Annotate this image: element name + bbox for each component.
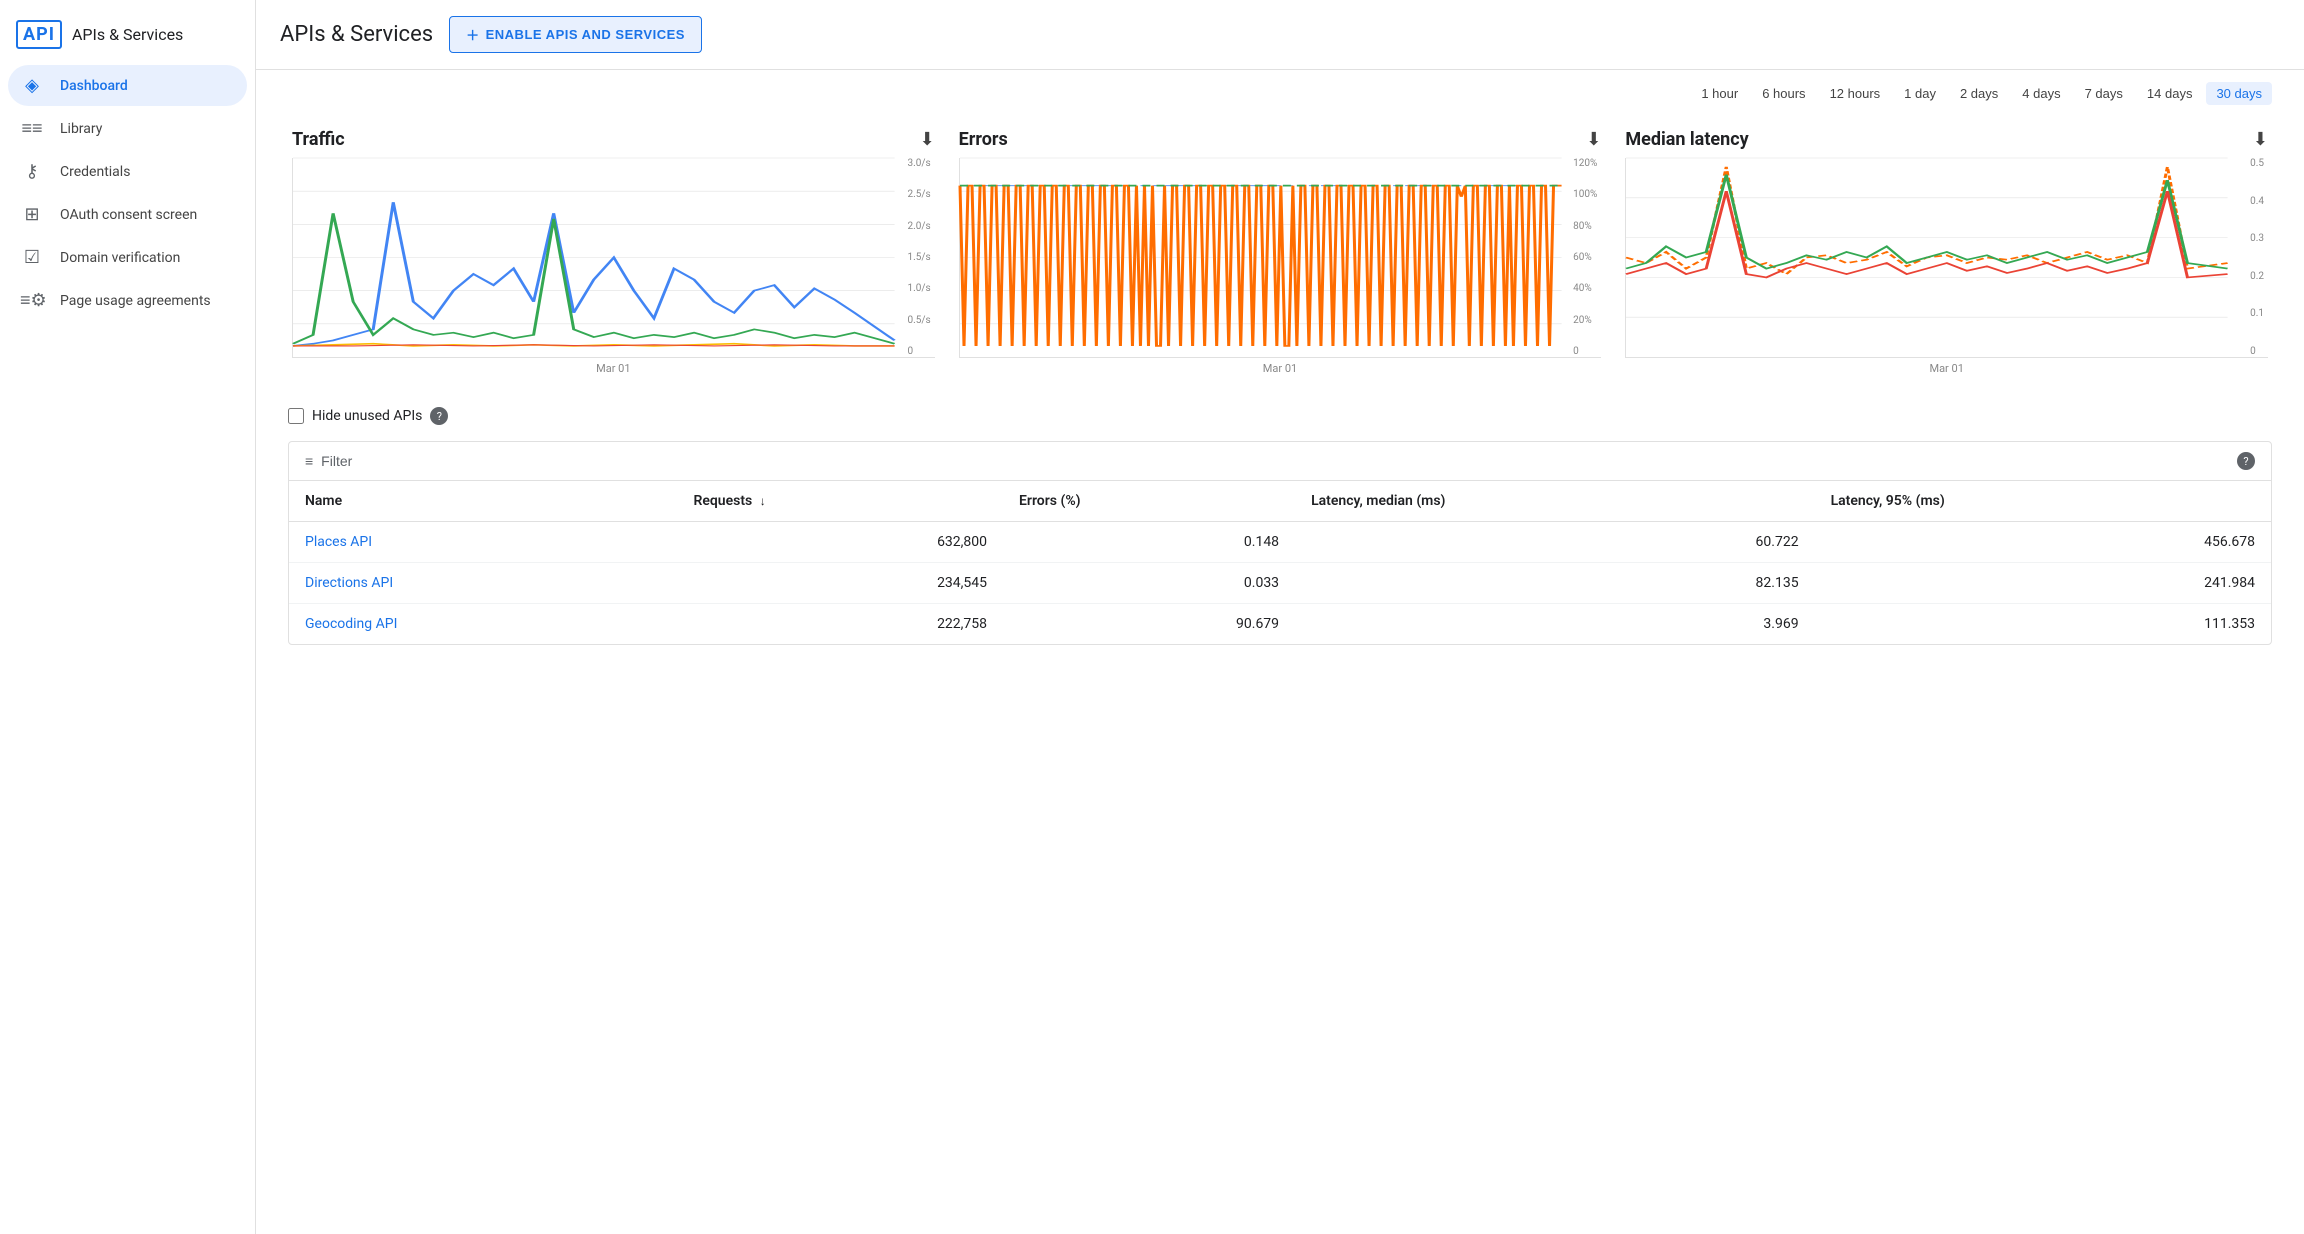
errors-chart-title: Errors [959, 129, 1008, 150]
filter-button[interactable]: ≡ Filter [305, 453, 352, 469]
sidebar-item-label-domain: Domain verification [60, 250, 180, 266]
latency-download-icon[interactable]: ⬇ [2253, 129, 2268, 150]
filter-section: Hide unused APIs ? ≡ Filter ? Name Reque… [256, 399, 2304, 661]
col-name: Name [289, 481, 677, 522]
table-row: Directions API 234,545 0.033 82.135 241.… [289, 563, 2271, 604]
filter-label: Filter [321, 453, 352, 469]
latency-chart-title: Median latency [1625, 129, 1748, 150]
cell-name[interactable]: Geocoding API [289, 604, 677, 645]
enable-apis-label: ENABLE APIS AND SERVICES [486, 27, 685, 42]
traffic-chart-container: Traffic ⬇ 3.0/s 2.5/s 2.0/s 1.5/s 1.0/s … [280, 121, 947, 383]
col-latency-median: Latency, median (ms) [1295, 481, 1815, 522]
traffic-download-icon[interactable]: ⬇ [920, 129, 935, 150]
traffic-chart-area: 3.0/s 2.5/s 2.0/s 1.5/s 1.0/s 0.5/s 0 [292, 158, 935, 358]
nav-icon-oauth: ⊞ [20, 204, 44, 225]
sidebar-item-label-credentials: Credentials [60, 164, 130, 180]
latency-chart-area: 0.5 0.4 0.3 0.2 0.1 0 [1625, 158, 2268, 358]
cell-latency-95: 456.678 [1815, 522, 2271, 563]
hide-unused-label[interactable]: Hide unused APIs [312, 408, 422, 424]
hide-unused-help-icon[interactable]: ? [430, 407, 448, 425]
table-header-row: Name Requests ↓ Errors (%) Latency, medi… [289, 481, 2271, 522]
plus-icon: ＋ [466, 25, 480, 44]
cell-requests: 234,545 [677, 563, 1003, 604]
cell-latency-95: 241.984 [1815, 563, 2271, 604]
latency-x-label: Mar 01 [1625, 362, 2268, 375]
page-title: APIs & Services [280, 22, 433, 47]
time-btn-2-days[interactable]: 2 days [1950, 82, 2008, 105]
api-logo-icon: API [16, 20, 62, 49]
time-btn-30-days[interactable]: 30 days [2206, 82, 2272, 105]
time-btn-7-days[interactable]: 7 days [2075, 82, 2133, 105]
latency-chart-container: Median latency ⬇ 0.5 0.4 0.3 0.2 0.1 0 [1613, 121, 2280, 383]
api-table-body: Places API 632,800 0.148 60.722 456.678 … [289, 522, 2271, 645]
time-btn-12-hours[interactable]: 12 hours [1820, 82, 1891, 105]
time-btn-6-hours[interactable]: 6 hours [1752, 82, 1815, 105]
errors-chart-area: 120% 100% 80% 60% 40% 20% 0 [959, 158, 1602, 358]
table-row: Places API 632,800 0.148 60.722 456.678 [289, 522, 2271, 563]
cell-requests: 222,758 [677, 604, 1003, 645]
cell-name[interactable]: Directions API [289, 563, 677, 604]
traffic-x-label: Mar 01 [292, 362, 935, 375]
cell-latency-95: 111.353 [1815, 604, 2271, 645]
sidebar-nav: ◈ Dashboard ≡≡ Library ⚷ Credentials ⊞ OAuth co… [0, 65, 255, 321]
errors-chart-container: Errors ⬇ 120% 100% 80% 60% 40% 20% 0 [947, 121, 1614, 383]
sort-icon: ↓ [760, 494, 766, 508]
sidebar-item-oauth[interactable]: ⊞ OAuth consent screen [8, 194, 247, 235]
traffic-chart-title: Traffic [292, 129, 345, 150]
col-errors: Errors (%) [1003, 481, 1295, 522]
nav-icon-domain: ☑ [20, 247, 44, 268]
filter-icon: ≡ [305, 453, 313, 469]
enable-apis-button[interactable]: ＋ ENABLE APIS AND SERVICES [449, 16, 702, 53]
time-btn-4-days[interactable]: 4 days [2012, 82, 2070, 105]
sidebar-item-label-oauth: OAuth consent screen [60, 207, 197, 223]
hide-unused-checkbox[interactable] [288, 408, 304, 424]
table-row: Geocoding API 222,758 90.679 3.969 111.3… [289, 604, 2271, 645]
charts-section: Traffic ⬇ 3.0/s 2.5/s 2.0/s 1.5/s 1.0/s … [256, 113, 2304, 399]
cell-errors: 0.033 [1003, 563, 1295, 604]
api-table-wrapper: ≡ Filter ? Name Requests ↓ Errors (%) La… [288, 441, 2272, 645]
cell-errors: 0.148 [1003, 522, 1295, 563]
table-filter-row: ≡ Filter ? [289, 442, 2271, 481]
nav-icon-credentials: ⚷ [20, 161, 44, 182]
nav-icon-page-usage: ≡⚙ [20, 290, 44, 311]
sidebar-item-page-usage[interactable]: ≡⚙ Page usage agreements [8, 280, 247, 321]
cell-name[interactable]: Places API [289, 522, 677, 563]
time-btn-1-hour[interactable]: 1 hour [1691, 82, 1748, 105]
sidebar-item-label-dashboard: Dashboard [60, 78, 128, 94]
hide-unused-row: Hide unused APIs ? [288, 407, 2272, 425]
errors-download-icon[interactable]: ⬇ [1586, 129, 1601, 150]
latency-svg [1626, 158, 2268, 357]
nav-icon-dashboard: ◈ [20, 75, 44, 96]
sidebar-item-domain[interactable]: ☑ Domain verification [8, 237, 247, 278]
sidebar-item-library[interactable]: ≡≡ Library [8, 108, 247, 149]
cell-requests: 632,800 [677, 522, 1003, 563]
sidebar-app-name: APIs & Services [72, 25, 183, 44]
errors-svg [960, 158, 1602, 357]
time-btn-14-days[interactable]: 14 days [2137, 82, 2203, 105]
table-help-icon[interactable]: ? [2237, 452, 2255, 470]
col-requests[interactable]: Requests ↓ [677, 481, 1003, 522]
cell-latency-median: 3.969 [1295, 604, 1815, 645]
col-latency-95: Latency, 95% (ms) [1815, 481, 2271, 522]
errors-x-label: Mar 01 [959, 362, 1602, 375]
main-header: APIs & Services ＋ ENABLE APIS AND SERVIC… [256, 0, 2304, 70]
main-content: APIs & Services ＋ ENABLE APIS AND SERVIC… [256, 0, 2304, 1234]
traffic-svg [293, 158, 935, 357]
nav-icon-library: ≡≡ [20, 118, 44, 139]
sidebar: API APIs & Services ◈ Dashboard ≡≡ Library ⚷… [0, 0, 256, 1234]
api-table: Name Requests ↓ Errors (%) Latency, medi… [289, 481, 2271, 644]
sidebar-item-label-library: Library [60, 121, 102, 137]
sidebar-item-label-page-usage: Page usage agreements [60, 293, 211, 309]
sidebar-item-dashboard[interactable]: ◈ Dashboard [8, 65, 247, 106]
sidebar-logo: API APIs & Services [0, 8, 255, 65]
cell-latency-median: 82.135 [1295, 563, 1815, 604]
cell-latency-median: 60.722 [1295, 522, 1815, 563]
time-range-bar: 1 hour6 hours12 hours1 day2 days4 days7 … [256, 70, 2304, 113]
time-btn-1-day[interactable]: 1 day [1894, 82, 1946, 105]
cell-errors: 90.679 [1003, 604, 1295, 645]
sidebar-item-credentials[interactable]: ⚷ Credentials [8, 151, 247, 192]
